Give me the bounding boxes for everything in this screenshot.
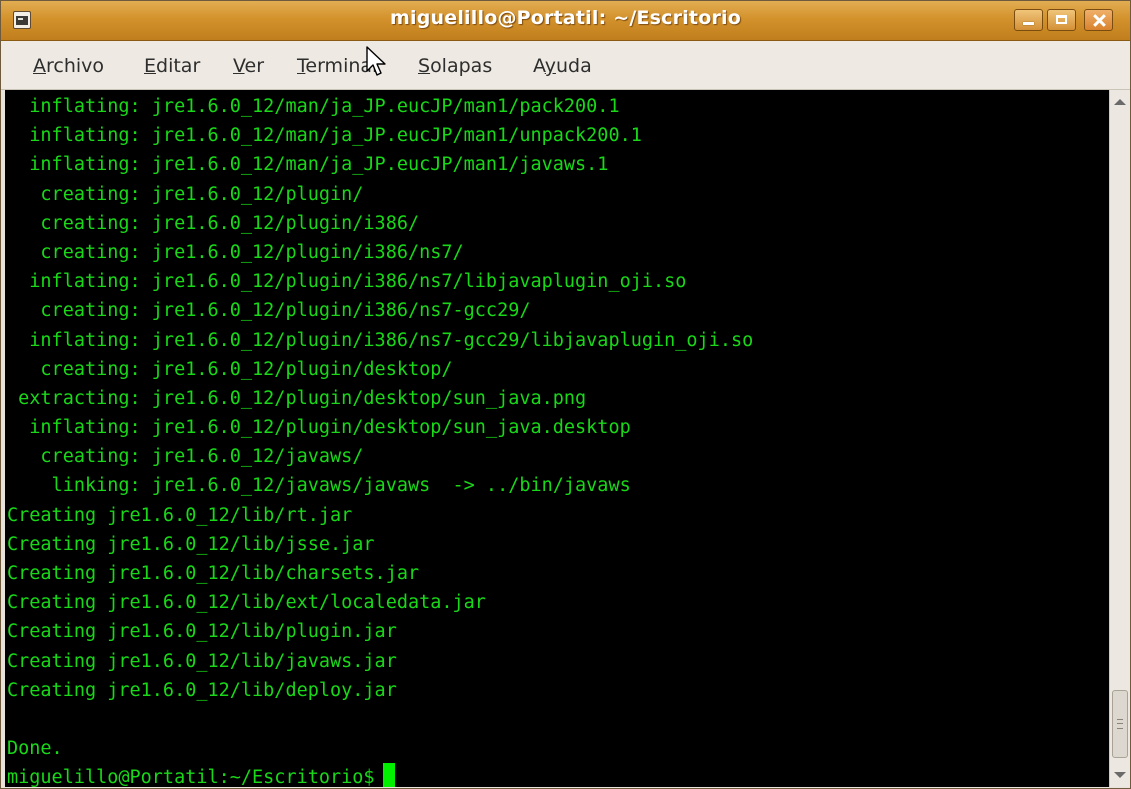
terminal-line: inflating: jre1.6.0_12/man/ja_JP.eucJP/m… <box>7 154 609 176</box>
title-bar[interactable]: miguelillo@Portatil: ~/Escritorio <box>1 1 1130 41</box>
menu-mnemonic: T <box>297 55 306 77</box>
scroll-thumb[interactable] <box>1112 690 1128 758</box>
shell-prompt: miguelillo@Portatil:~/Escritorio$ <box>7 767 375 787</box>
menu-solapas[interactable]: Solapas <box>418 55 492 77</box>
menu-mnemonic: V <box>233 55 245 77</box>
menu-editar[interactable]: Editar <box>144 55 200 77</box>
terminal-line: Creating jre1.6.0_12/lib/plugin.jar <box>7 621 397 643</box>
terminal-line: Done. <box>7 738 63 760</box>
terminal-line: inflating: jre1.6.0_12/man/ja_JP.eucJP/m… <box>7 96 620 117</box>
close-icon <box>1085 10 1112 30</box>
menu-mnemonic: y <box>544 55 556 77</box>
menu-mnemonic: E <box>144 55 157 77</box>
terminal-line: creating: jre1.6.0_12/plugin/i386/ <box>7 212 420 234</box>
menu-archivo[interactable]: Archivo <box>33 55 104 77</box>
terminal-line: creating: jre1.6.0_12/plugin/i386/ns7-gc… <box>7 300 531 322</box>
menu-bar: Archivo Editar Ver Terminal Solapas Ayud… <box>1 41 1130 90</box>
terminal-line: Creating jre1.6.0_12/lib/ext/localedata.… <box>7 592 486 614</box>
terminal-line: Creating jre1.6.0_12/lib/rt.jar <box>7 504 353 526</box>
shell-prompt-line[interactable]: miguelillo@Portatil:~/Escritorio$ <box>7 763 753 787</box>
maximize-icon <box>1048 10 1075 30</box>
terminal-line: creating: jre1.6.0_12/javaws/ <box>7 446 364 468</box>
grip-icon <box>1117 719 1123 729</box>
terminal-line: inflating: jre1.6.0_12/plugin/i386/ns7/l… <box>7 271 687 293</box>
maximize-button[interactable] <box>1047 9 1076 31</box>
terminal-line: inflating: jre1.6.0_12/man/ja_JP.eucJP/m… <box>7 125 642 147</box>
mouse-pointer-icon <box>366 46 386 76</box>
minimize-icon <box>1015 10 1042 30</box>
scroll-up-arrow-icon[interactable] <box>1114 99 1126 105</box>
scroll-down-arrow-icon[interactable] <box>1114 772 1126 778</box>
terminal-line: creating: jre1.6.0_12/plugin/ <box>7 183 364 205</box>
terminal-line: Creating jre1.6.0_12/lib/jsse.jar <box>7 533 375 555</box>
terminal-line: Creating jre1.6.0_12/lib/charsets.jar <box>7 563 420 584</box>
menu-mnemonic: A <box>33 55 46 77</box>
terminal-line: inflating: jre1.6.0_12/plugin/desktop/su… <box>7 417 631 439</box>
text-cursor <box>382 763 395 787</box>
terminal-line: inflating: jre1.6.0_12/plugin/i386/ns7-g… <box>7 329 754 351</box>
terminal-output[interactable]: inflating: jre1.6.0_12/man/ja_JP.eucJP/m… <box>5 90 1109 787</box>
menu-ayuda[interactable]: Ayuda <box>533 55 592 77</box>
window-title: miguelillo@Portatil: ~/Escritorio <box>390 7 741 29</box>
terminal-line: Creating jre1.6.0_12/lib/deploy.jar <box>7 679 397 701</box>
terminal-lines: inflating: jre1.6.0_12/man/ja_JP.eucJP/m… <box>7 92 753 787</box>
vertical-scrollbar[interactable] <box>1109 90 1130 787</box>
terminal-line: creating: jre1.6.0_12/plugin/desktop/ <box>7 358 453 380</box>
terminal-window: miguelillo@Portatil: ~/Escritorio Archiv… <box>0 0 1131 789</box>
minimize-button[interactable] <box>1014 9 1043 31</box>
terminal-line: extracting: jre1.6.0_12/plugin/desktop/s… <box>7 387 587 409</box>
terminal-line: creating: jre1.6.0_12/plugin/i386/ns7/ <box>7 241 464 263</box>
menu-ver[interactable]: Ver <box>233 55 264 77</box>
menu-mnemonic: S <box>418 55 431 77</box>
terminal-line: linking: jre1.6.0_12/javaws/javaws -> ..… <box>7 475 631 497</box>
terminal-line: Creating jre1.6.0_12/lib/javaws.jar <box>7 650 397 672</box>
close-button[interactable] <box>1084 9 1113 31</box>
